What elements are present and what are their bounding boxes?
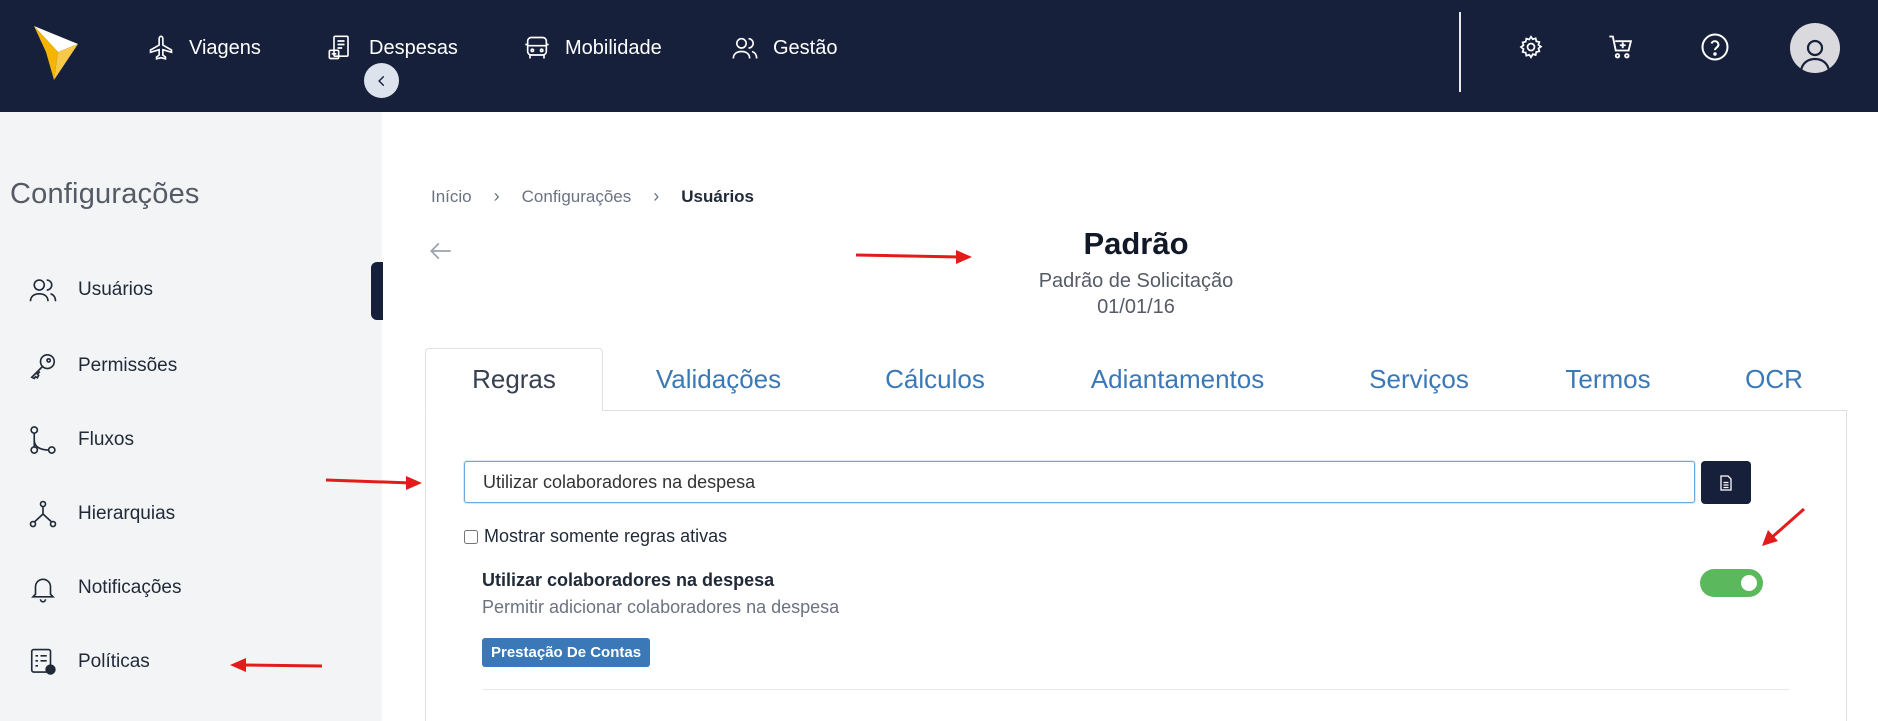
rule-enabled-toggle[interactable] xyxy=(1700,569,1763,597)
toggle-knob xyxy=(1741,575,1757,591)
tab-calculos[interactable]: Cálculos xyxy=(865,348,1005,411)
collapse-sidebar-button[interactable] xyxy=(364,63,399,98)
chevron-right-icon: › xyxy=(653,186,660,206)
tab-termos[interactable]: Termos xyxy=(1552,348,1664,411)
active-indicator xyxy=(371,262,383,320)
avatar-icon xyxy=(1799,39,1831,72)
cart-add-icon xyxy=(1609,35,1633,59)
sidebar-item-label: Fluxos xyxy=(78,429,134,450)
top-navbar: Viagens Despesas Mobilidade Gestão xyxy=(0,0,1878,112)
help-button[interactable] xyxy=(1698,30,1732,64)
hierarchy-icon xyxy=(29,500,57,528)
tab-validacoes[interactable]: Validações xyxy=(630,348,807,411)
rule-description: Permitir adicionar colaboradores na desp… xyxy=(482,597,840,617)
nav-viagens[interactable]: Viagens xyxy=(147,0,261,96)
sidebar-item-label: Políticas xyxy=(78,651,150,672)
nav-mobilidade[interactable]: Mobilidade xyxy=(523,0,662,96)
active-only-checkbox[interactable] xyxy=(464,529,478,544)
cart-button[interactable] xyxy=(1604,30,1638,64)
breadcrumb-item-inicio[interactable]: Início xyxy=(431,187,472,207)
help-icon xyxy=(1701,33,1729,61)
sidebar-item-label: Notificações xyxy=(78,577,182,598)
sidebar-item-fluxos[interactable]: Fluxos xyxy=(28,420,134,460)
policy-icon xyxy=(30,648,56,675)
avatar[interactable] xyxy=(1790,23,1840,73)
tab-servicos[interactable]: Serviços xyxy=(1352,348,1486,411)
sidebar-item-label: Permissões xyxy=(78,355,178,376)
tab-ocr[interactable]: OCR xyxy=(1735,348,1813,411)
nav-label: Despesas xyxy=(369,36,458,59)
sidebar-item-label: Hierarquias xyxy=(78,503,176,524)
airplane-icon xyxy=(149,35,173,60)
rules-panel xyxy=(425,410,1847,721)
breadcrumb: Início › Configurações › Usuários xyxy=(431,186,754,207)
page-date: 01/01/16 xyxy=(1097,296,1175,318)
page-subtitle: Padrão de Solicitação xyxy=(1038,270,1234,292)
gear-icon xyxy=(1519,35,1543,59)
rule-divider xyxy=(482,689,1790,690)
sidebar-title: Configurações xyxy=(10,178,200,210)
car-icon xyxy=(525,36,549,59)
nav-label: Gestão xyxy=(773,36,838,59)
nav-label: Viagens xyxy=(189,36,261,59)
bell-icon xyxy=(31,578,55,603)
sidebar: Configurações Usuários Permissões Fluxos… xyxy=(0,112,383,721)
nav-label: Mobilidade xyxy=(565,36,662,59)
search-input[interactable] xyxy=(464,461,1695,503)
breadcrumb-item-usuarios: Usuários xyxy=(681,186,755,206)
tab-adiantamentos[interactable]: Adiantamentos xyxy=(1070,348,1285,411)
nav-divider xyxy=(1459,12,1461,92)
nav-gestao[interactable]: Gestão xyxy=(731,0,837,96)
rule-title: Utilizar colaboradores na despesa xyxy=(482,570,775,590)
sidebar-item-label: Usuários xyxy=(78,279,153,300)
breadcrumb-item-configuracoes[interactable]: Configurações xyxy=(522,187,632,207)
checkbox-label: Mostrar somente regras ativas xyxy=(484,526,728,546)
logo-icon[interactable] xyxy=(32,22,80,82)
page-title: Padrão xyxy=(1083,226,1189,261)
key-icon xyxy=(30,353,56,380)
sidebar-item-politicas[interactable]: Políticas xyxy=(28,642,150,682)
users-icon xyxy=(732,37,758,59)
settings-button[interactable] xyxy=(1514,30,1548,64)
sidebar-item-hierarquias[interactable]: Hierarquias xyxy=(28,494,175,534)
chevron-right-icon: › xyxy=(493,186,500,206)
receipt-icon xyxy=(328,35,349,60)
chevron-left-icon xyxy=(377,75,384,86)
sidebar-item-usuarios[interactable]: Usuários xyxy=(28,270,153,310)
flow-icon xyxy=(30,426,56,454)
sidebar-item-notificacoes[interactable]: Notificações xyxy=(28,568,182,608)
annotation-arrow xyxy=(855,250,972,264)
document-icon xyxy=(1720,474,1732,491)
users-icon xyxy=(29,279,57,302)
sidebar-item-permissoes[interactable]: Permissões xyxy=(28,346,177,386)
active-only-checkbox-row[interactable]: Mostrar somente regras ativas xyxy=(464,526,727,547)
rule-category-badge: Prestação De Contas xyxy=(482,638,651,667)
tab-regras[interactable]: Regras xyxy=(425,348,603,411)
export-button[interactable] xyxy=(1701,461,1751,504)
back-arrow-icon[interactable] xyxy=(428,238,454,264)
